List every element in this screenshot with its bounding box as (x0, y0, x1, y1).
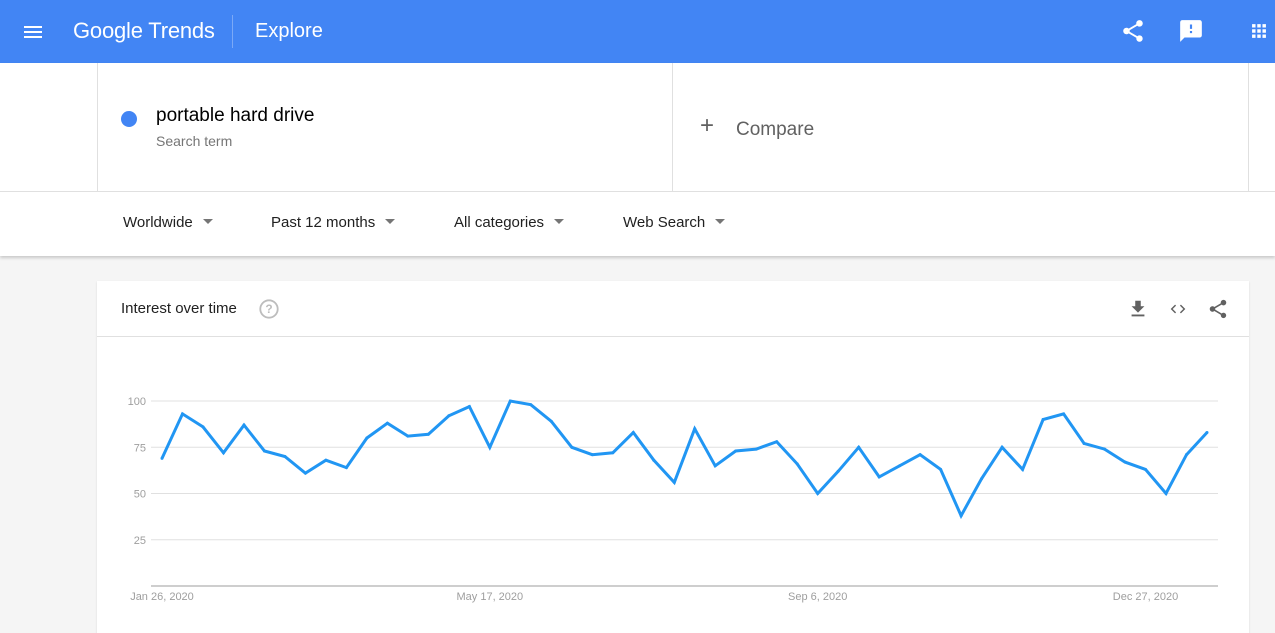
search-type-value: Web Search (623, 214, 706, 231)
data-point[interactable] (775, 440, 779, 444)
search-term-type: Search term (156, 133, 233, 149)
data-point[interactable] (918, 453, 922, 457)
logo-trends: Trends (148, 18, 215, 43)
page-title: Explore (255, 20, 323, 42)
top-app-bar: Google Trends Explore (0, 0, 1275, 63)
search-term[interactable]: portable hard drive (156, 105, 314, 127)
term-color-dot (121, 111, 137, 127)
series-line[interactable] (160, 399, 1209, 520)
search-panel: portable hard drive Search term + Compar… (0, 63, 1275, 256)
x-tick-label: Dec 27, 2020 (1113, 591, 1178, 603)
header-divider (232, 15, 233, 48)
data-point[interactable] (262, 449, 266, 453)
data-point[interactable] (160, 456, 164, 460)
x-tick-label: May 17, 2020 (457, 591, 524, 603)
data-point[interactable] (344, 466, 348, 470)
data-point[interactable] (1144, 467, 1148, 471)
data-point[interactable] (611, 451, 615, 455)
data-point[interactable] (1103, 447, 1107, 451)
region-dropdown[interactable]: Worldwide (123, 214, 213, 231)
apps-icon[interactable] (1246, 18, 1272, 44)
data-point[interactable] (283, 455, 287, 458)
data-point[interactable] (754, 447, 758, 451)
data-point[interactable] (713, 464, 717, 468)
feedback-icon[interactable] (1178, 18, 1204, 44)
data-point[interactable] (1021, 467, 1025, 471)
data-point[interactable] (549, 419, 553, 423)
data-point[interactable] (1164, 492, 1168, 495)
logo-google: Google (73, 18, 143, 43)
data-point[interactable] (508, 399, 512, 403)
data-point[interactable] (570, 445, 574, 449)
y-tick-label: 50 (134, 489, 146, 501)
caret-down-icon (385, 218, 396, 224)
category-dropdown[interactable]: All categories (454, 214, 565, 231)
interest-chart[interactable]: 25 50 75 100 Jan 26, 2020 May 17, 2020 Sep 6,… (97, 281, 1249, 633)
data-point[interactable] (1082, 442, 1086, 446)
data-point[interactable] (467, 405, 471, 409)
data-point[interactable] (693, 427, 697, 431)
y-tick-label: 25 (134, 535, 146, 547)
data-point[interactable] (1000, 445, 1004, 449)
data-point[interactable] (590, 453, 594, 457)
data-point[interactable] (529, 403, 533, 407)
time-range-dropdown[interactable]: Past 12 months (271, 214, 396, 231)
filter-bar: Worldwide Past 12 months All categories … (0, 192, 1275, 256)
data-point[interactable] (980, 477, 984, 481)
search-term-box[interactable]: portable hard drive Search term (97, 63, 673, 191)
data-point[interactable] (1205, 430, 1209, 434)
data-point[interactable] (1062, 412, 1066, 416)
data-point[interactable] (631, 430, 635, 434)
data-point[interactable] (180, 412, 184, 416)
x-tick-label: Sep 6, 2020 (788, 591, 847, 603)
menu-icon[interactable] (22, 22, 46, 42)
data-point[interactable] (795, 462, 799, 466)
compare-label: Compare (736, 119, 815, 140)
data-point[interactable] (365, 436, 369, 440)
caret-down-icon (715, 218, 726, 224)
data-point[interactable] (385, 421, 389, 425)
data-point[interactable] (426, 432, 430, 436)
series (160, 399, 1209, 520)
data-point[interactable] (734, 449, 738, 453)
share-icon[interactable] (1120, 18, 1146, 44)
interest-over-time-card: Interest over time ? 25 50 75 100 Jan 26, 2… (97, 281, 1249, 633)
data-point[interactable] (672, 480, 676, 484)
data-point[interactable] (447, 414, 451, 418)
data-point[interactable] (816, 492, 820, 495)
caret-down-icon (202, 218, 213, 224)
y-axis-ticks: 25 50 75 100 (128, 396, 146, 547)
y-tick-label: 75 (134, 442, 146, 454)
data-point[interactable] (1123, 460, 1127, 464)
category-value: All categories (454, 214, 545, 231)
data-point[interactable] (1041, 418, 1045, 421)
compare-button[interactable]: + Compare (673, 63, 1249, 191)
x-tick-label: Jan 26, 2020 (130, 591, 194, 603)
x-axis-ticks: Jan 26, 2020 May 17, 2020 Sep 6, 2020 Dec 2… (130, 591, 1178, 603)
data-point[interactable] (1185, 453, 1189, 457)
data-point[interactable] (652, 458, 656, 462)
data-point[interactable] (877, 475, 881, 479)
caret-down-icon (554, 218, 565, 224)
plus-icon: + (700, 112, 715, 139)
gridlines (151, 400, 1218, 587)
search-type-dropdown[interactable]: Web Search (623, 214, 726, 231)
data-point[interactable] (939, 467, 943, 471)
data-point[interactable] (221, 451, 225, 455)
time-range-value: Past 12 months (271, 214, 376, 231)
data-point[interactable] (959, 514, 963, 518)
data-point[interactable] (857, 445, 861, 449)
data-point[interactable] (201, 425, 205, 429)
data-point[interactable] (406, 434, 410, 438)
data-point[interactable] (898, 464, 902, 468)
y-tick-label: 100 (128, 396, 146, 408)
data-point[interactable] (488, 445, 492, 449)
region-value: Worldwide (123, 214, 193, 231)
data-point[interactable] (836, 469, 840, 473)
data-point[interactable] (303, 471, 307, 475)
data-point[interactable] (242, 423, 246, 427)
data-point[interactable] (324, 458, 328, 462)
google-trends-logo[interactable]: Google Trends (73, 18, 215, 44)
